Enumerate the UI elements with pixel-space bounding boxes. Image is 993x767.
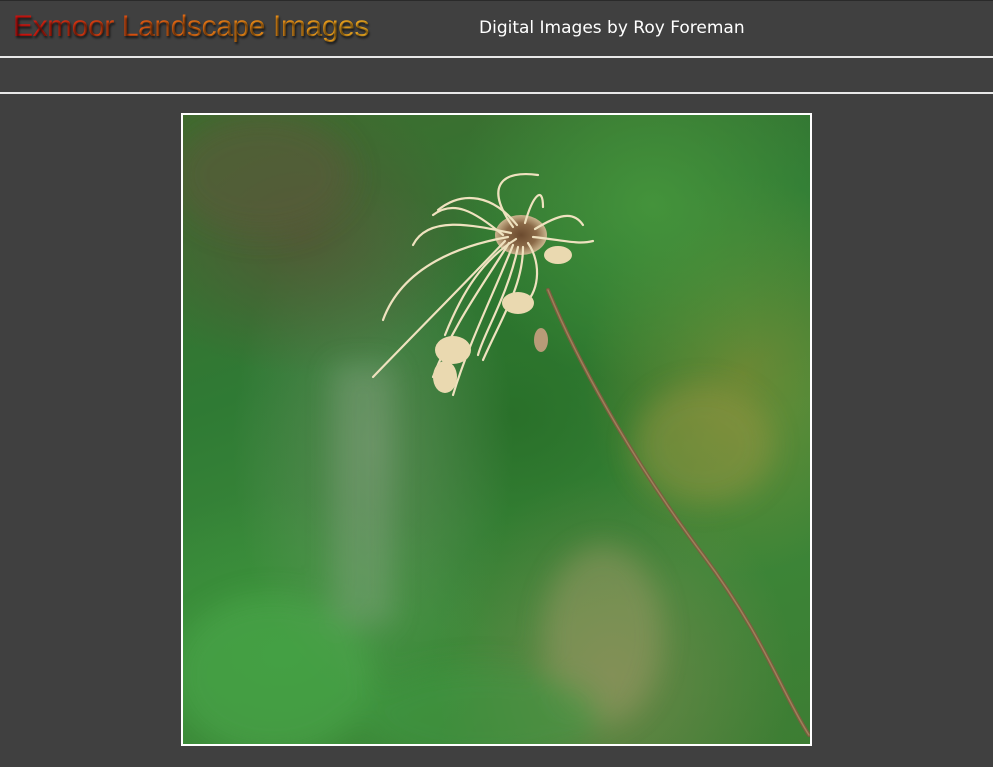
navigation-bar	[0, 60, 993, 94]
page: Exmoor Landscape Images Digital Images b…	[0, 0, 993, 767]
seed-filaments	[371, 173, 595, 397]
featured-photo	[181, 113, 812, 746]
site-header: Exmoor Landscape Images Digital Images b…	[0, 0, 993, 58]
photo-illustration	[183, 115, 810, 744]
site-title[interactable]: Exmoor Landscape Images	[13, 9, 369, 45]
site-tagline: Digital Images by Roy Foreman	[479, 18, 745, 38]
site-title-text[interactable]: Exmoor Landscape Images	[13, 10, 369, 43]
